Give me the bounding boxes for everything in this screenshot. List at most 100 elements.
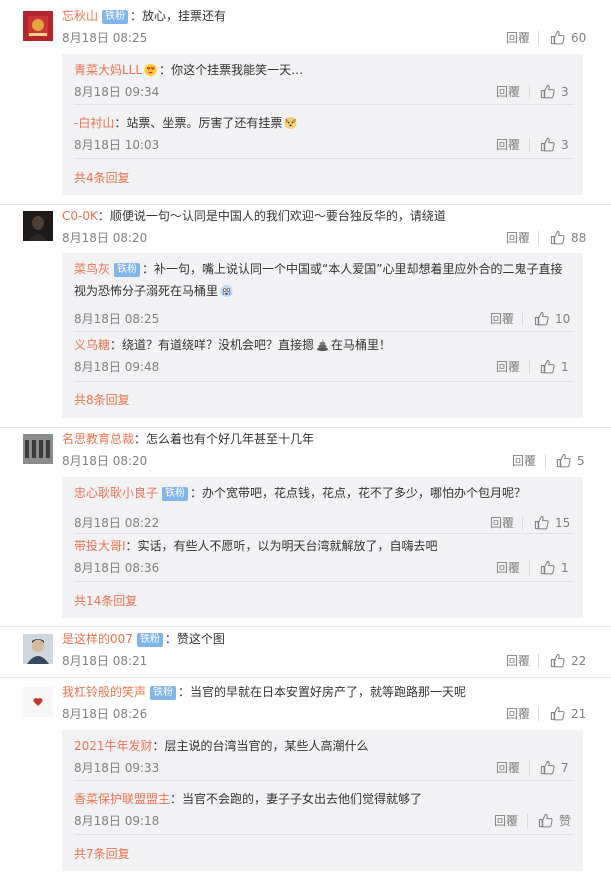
timestamp: 8月18日 08:22 [74, 516, 160, 530]
heart-eyes-emoji-icon [143, 62, 158, 77]
avatar[interactable] [23, 434, 53, 464]
like-button[interactable]: 赞 [538, 813, 571, 829]
divider [529, 561, 530, 575]
reply-text: ：补一句，嘴上说认同一个中国或“本人爱国”心里却想着里应外合的二鬼子直接视为恐怖… [74, 262, 563, 298]
username[interactable]: 青菜大妈LLL [74, 63, 142, 77]
more-replies-link[interactable]: 共4条回复 [74, 170, 130, 186]
like-count: 3 [561, 85, 569, 99]
thread-divider [0, 677, 611, 678]
more-replies-link[interactable]: 共8条回复 [74, 392, 130, 408]
like-count: 10 [555, 312, 571, 326]
timestamp: 8月18日 08:20 [62, 454, 148, 468]
like-button[interactable]: 88 [550, 230, 586, 246]
comment-text: ：赞这个图 [164, 632, 225, 646]
reply-button[interactable]: 回覆 [496, 560, 520, 576]
divider [529, 360, 530, 374]
username[interactable]: 义乌糖 [74, 338, 110, 352]
like-count: 赞 [559, 814, 572, 828]
divider [74, 581, 574, 582]
like-button[interactable]: 7 [540, 760, 569, 776]
thumbs-up-icon [540, 760, 555, 775]
like-count: 21 [571, 707, 587, 721]
like-button[interactable]: 1 [540, 560, 569, 576]
like-count: 88 [571, 231, 587, 245]
timestamp: 8月18日 09:33 [74, 761, 160, 775]
reply-button[interactable]: 回覆 [506, 230, 530, 246]
reply-text: ：你这个挂票我能笑一天… [159, 63, 304, 77]
fan-badge[interactable]: 铁粉 [150, 686, 177, 700]
thumbs-up-icon [534, 515, 549, 530]
reply-text-tail: 在马桶里！ [331, 338, 392, 352]
divider [522, 312, 523, 326]
reply-button[interactable]: 回覆 [506, 653, 530, 669]
comment-text: ：放心，挂票还有 [130, 9, 227, 23]
thumbs-up-icon [550, 30, 565, 45]
like-button[interactable]: 60 [550, 30, 586, 46]
reply-button[interactable]: 回覆 [490, 515, 514, 531]
like-count: 15 [555, 516, 571, 530]
like-count: 3 [561, 138, 569, 152]
thread-divider [0, 626, 611, 627]
like-button[interactable]: 1 [540, 359, 569, 375]
reply-text: ：当官不会跑的，妻子子女出去他们觉得就够了 [170, 792, 423, 806]
username[interactable]: -白衬山 [74, 116, 114, 130]
fan-badge[interactable]: 铁粉 [162, 487, 189, 501]
divider [538, 707, 539, 721]
username[interactable]: 2021牛年发财 [74, 739, 153, 753]
avatar[interactable] [23, 211, 53, 241]
reply-button[interactable]: 回覆 [496, 760, 520, 776]
timestamp: 8月18日 08:26 [62, 707, 148, 721]
avatar[interactable] [23, 634, 53, 664]
like-count: 7 [561, 761, 569, 775]
more-replies-link[interactable]: 共14条回复 [74, 593, 137, 609]
like-button[interactable]: 5 [556, 453, 585, 469]
like-button[interactable]: 21 [550, 706, 586, 722]
username[interactable]: 香菜保护联盟盟主 [74, 792, 170, 806]
thumbs-up-icon [550, 230, 565, 245]
like-button[interactable]: 22 [550, 653, 586, 669]
thumbs-up-icon [550, 653, 565, 668]
username[interactable]: 是这样的007 [62, 632, 133, 646]
username[interactable]: 忘秋山 [62, 9, 98, 23]
fan-badge[interactable]: 铁粉 [102, 10, 129, 24]
thumbs-up-icon [556, 453, 571, 468]
comment-line: 我杠铃般的笑声 铁粉 ：当官的早就在日本安置好房产了，就等跑路那一天呢 [62, 684, 466, 700]
username[interactable]: 菜鸟灰 [74, 262, 110, 276]
like-button[interactable]: 15 [534, 515, 570, 531]
timestamp: 8月18日 09:18 [74, 814, 160, 828]
avatar[interactable] [23, 11, 53, 41]
thumbs-up-icon [534, 311, 549, 326]
like-button[interactable]: 10 [534, 311, 570, 327]
timestamp: 8月18日 09:48 [74, 360, 160, 374]
username[interactable]: C0-0K [62, 209, 98, 223]
divider [74, 104, 574, 105]
like-count: 1 [561, 561, 569, 575]
fan-badge[interactable]: 铁粉 [114, 263, 141, 277]
thumbs-up-icon [540, 359, 555, 374]
reply-button[interactable]: 回覆 [496, 137, 520, 153]
reply-button[interactable]: 回覆 [494, 813, 518, 829]
reply-button[interactable]: 回覆 [506, 30, 530, 46]
username[interactable]: 带投大哥I [74, 539, 126, 553]
comment-line: C0-0K：顺便说一句～认同是中国人的我们欢迎～要台独反华的，请绕道 [62, 208, 446, 224]
username[interactable]: 忠心耿耿小良子 [74, 486, 158, 500]
like-button[interactable]: 3 [540, 84, 569, 100]
timestamp: 8月18日 08:36 [74, 561, 160, 575]
reply-button[interactable]: 回覆 [496, 359, 520, 375]
divider [538, 231, 539, 245]
reply-text: ：站票、坐票。厉害了还有挂票 [114, 116, 283, 130]
thumbs-up-icon [540, 84, 555, 99]
more-replies-link[interactable]: 共7条回复 [74, 846, 130, 862]
reply-button[interactable]: 回覆 [496, 84, 520, 100]
reply-button[interactable]: 回覆 [490, 311, 514, 327]
username[interactable]: 我杠铃般的笑声 [62, 685, 146, 699]
avatar[interactable] [23, 687, 53, 717]
reply-button[interactable]: 回覆 [512, 453, 536, 469]
fan-badge[interactable]: 铁粉 [136, 633, 163, 647]
reply-button[interactable]: 回覆 [506, 706, 530, 722]
divider [529, 85, 530, 99]
thread-divider [0, 427, 611, 428]
username[interactable]: 名思教育总裁 [62, 432, 134, 446]
reply-box: 忠心耿耿小良子 铁粉 ：办个宽带吧，花点钱，花点，花不了多少，哪怕办个包月呢？ 8月… [62, 477, 583, 618]
like-button[interactable]: 3 [540, 137, 569, 153]
